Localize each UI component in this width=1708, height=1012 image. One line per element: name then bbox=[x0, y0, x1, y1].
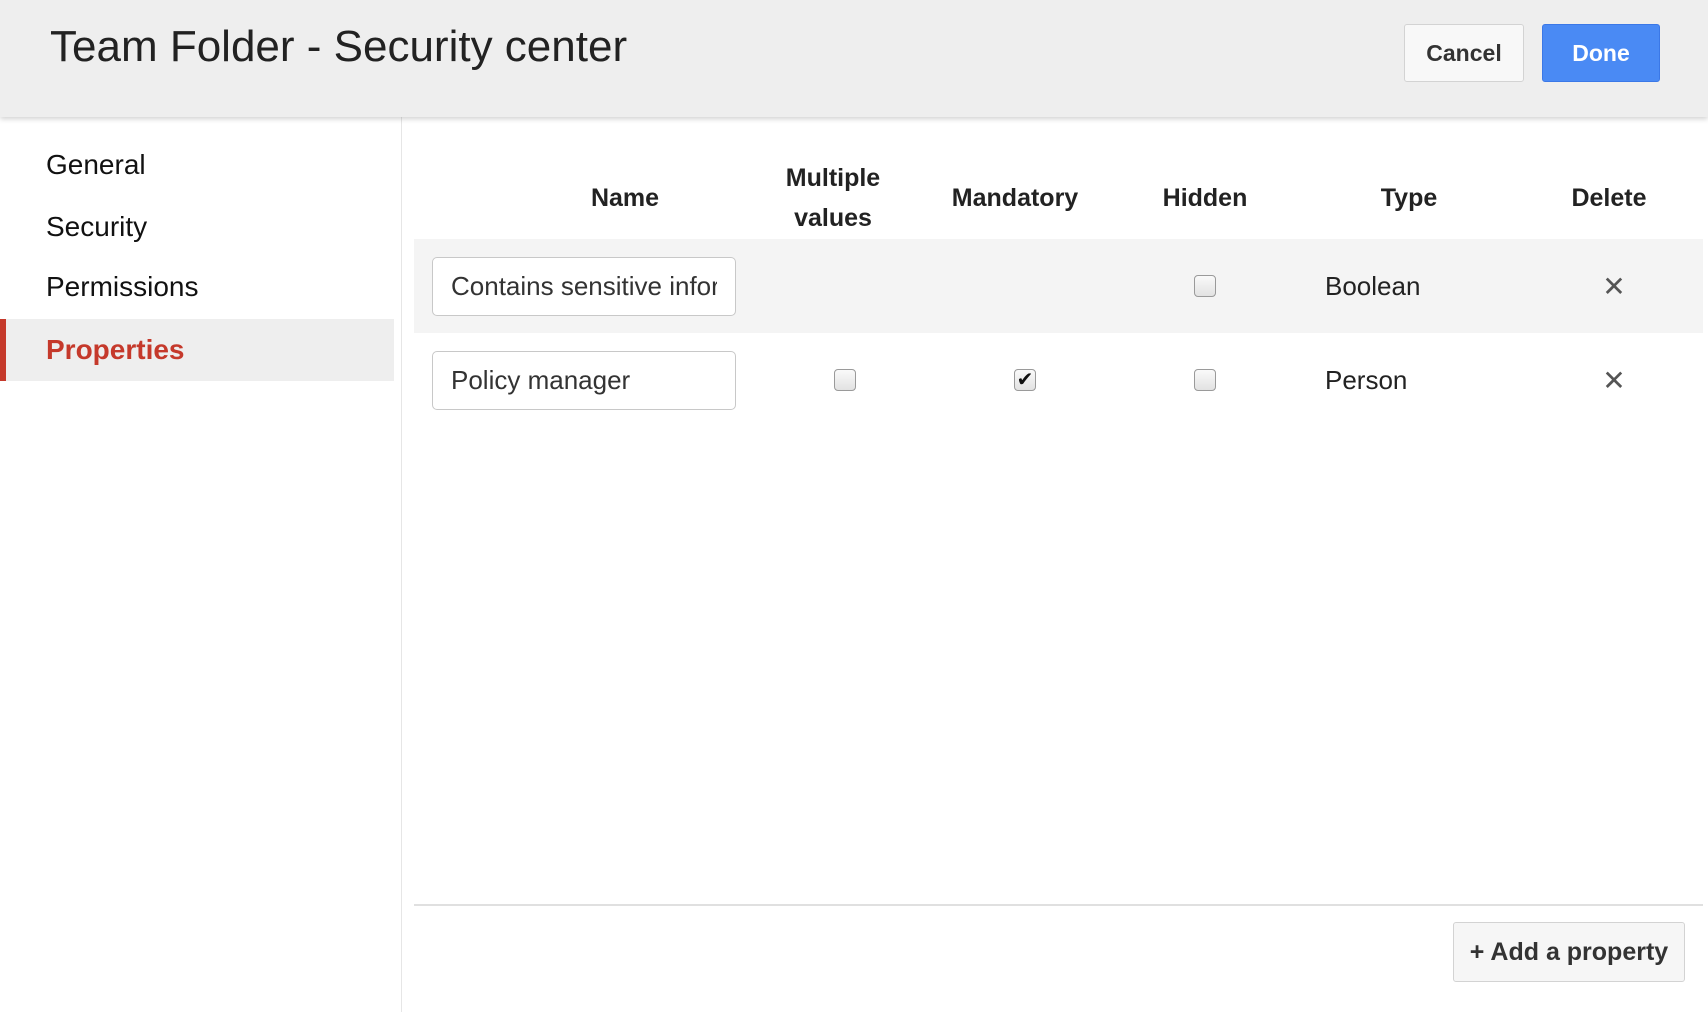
sidebar-item-label: Properties bbox=[46, 334, 185, 365]
column-header-multiple-values: Multiple values bbox=[775, 157, 891, 239]
property-type: Person bbox=[1325, 364, 1408, 395]
sidebar-item-label: Security bbox=[46, 211, 148, 242]
property-type: Boolean bbox=[1325, 270, 1421, 301]
property-name-input[interactable] bbox=[432, 257, 736, 316]
column-header-type: Type bbox=[1380, 184, 1438, 212]
sidebar-item-label: General bbox=[46, 149, 146, 180]
hidden-checkbox[interactable] bbox=[1194, 275, 1216, 297]
check-icon: ✔ bbox=[1016, 369, 1034, 391]
column-header-multiple-line1: Multiple bbox=[785, 164, 881, 192]
page-title: Team Folder - Security center bbox=[50, 22, 628, 71]
property-name-input[interactable] bbox=[432, 351, 736, 410]
table-row: ✔ Person ✕ bbox=[414, 333, 1703, 427]
hidden-checkbox[interactable] bbox=[1194, 369, 1216, 391]
sidebar-item-general[interactable]: General bbox=[0, 134, 394, 196]
column-header-delete: Delete bbox=[1571, 184, 1647, 212]
column-header-multiple-line2: values bbox=[794, 204, 872, 232]
column-header-mandatory: Mandatory bbox=[951, 184, 1079, 212]
sidebar-item-label: Permissions bbox=[46, 271, 199, 302]
cancel-button[interactable]: Cancel bbox=[1404, 24, 1524, 82]
close-icon[interactable]: ✕ bbox=[1599, 271, 1629, 302]
divider bbox=[414, 904, 1703, 906]
sidebar-item-permissions[interactable]: Permissions bbox=[0, 256, 394, 318]
table-row: Boolean ✕ bbox=[414, 239, 1703, 333]
sidebar-item-security[interactable]: Security bbox=[0, 196, 394, 258]
column-header-hidden: Hidden bbox=[1162, 184, 1248, 212]
add-property-button[interactable]: + Add a property bbox=[1453, 922, 1685, 982]
multiple-values-checkbox[interactable] bbox=[834, 369, 856, 391]
dialog-header: Team Folder - Security center Cancel Don… bbox=[0, 0, 1708, 117]
mandatory-checkbox[interactable]: ✔ bbox=[1014, 369, 1036, 391]
properties-panel: Name Multiple values Mandatory Hidden Ty… bbox=[403, 117, 1708, 1012]
close-icon[interactable]: ✕ bbox=[1599, 365, 1629, 396]
sidebar-item-properties[interactable]: Properties bbox=[0, 319, 394, 381]
sidebar: General Security Permissions Properties bbox=[0, 117, 402, 1012]
column-header-name: Name bbox=[590, 184, 660, 212]
done-button[interactable]: Done bbox=[1542, 24, 1660, 82]
